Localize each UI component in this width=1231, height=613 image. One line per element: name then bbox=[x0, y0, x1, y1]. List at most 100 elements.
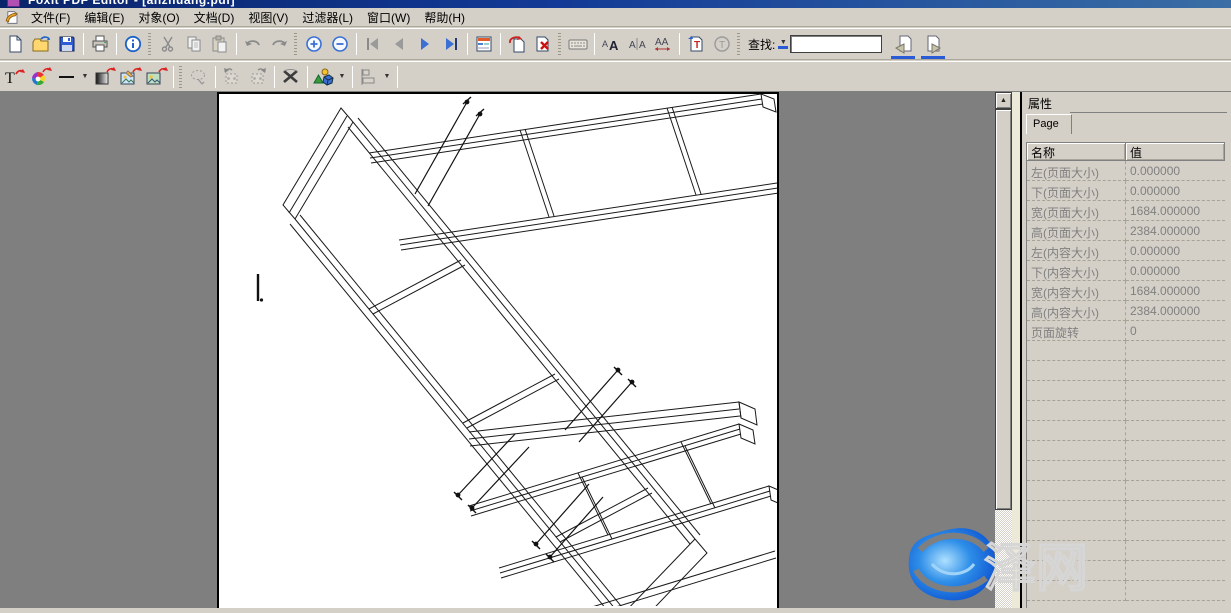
property-value[interactable]: 2384.000000 bbox=[1126, 301, 1225, 321]
property-value[interactable]: 0.000000 bbox=[1126, 181, 1225, 201]
property-row[interactable]: 下(内容大小)0.000000 bbox=[1027, 261, 1225, 281]
scroll-up-button[interactable]: ▲ bbox=[995, 92, 1012, 109]
document-canvas[interactable] bbox=[0, 92, 995, 608]
svg-text:A: A bbox=[609, 38, 619, 53]
property-name bbox=[1027, 441, 1126, 461]
property-value[interactable]: 1684.000000 bbox=[1126, 201, 1225, 221]
property-row[interactable]: 左(页面大小)0.000000 bbox=[1027, 161, 1225, 181]
last-page-button[interactable] bbox=[438, 31, 464, 57]
property-row[interactable]: 左(内容大小)0.000000 bbox=[1027, 241, 1225, 261]
property-value[interactable]: 1684.000000 bbox=[1126, 281, 1225, 301]
column-header-name[interactable]: 名称 bbox=[1027, 143, 1126, 161]
menu-item-object[interactable]: 对象(O) bbox=[131, 7, 186, 28]
align-caret[interactable]: ▼ bbox=[382, 73, 392, 80]
text-circle-button[interactable]: T bbox=[709, 31, 735, 57]
cut-button[interactable] bbox=[155, 31, 181, 57]
shapes-caret[interactable]: ▼ bbox=[337, 73, 347, 80]
line-tool-caret[interactable]: ▼ bbox=[80, 73, 90, 80]
scrollbar-thumb[interactable] bbox=[995, 109, 1012, 510]
new-document-button[interactable] bbox=[2, 31, 28, 57]
property-value[interactable]: 0.000000 bbox=[1126, 161, 1225, 181]
property-row[interactable]: 下(页面大小)0.000000 bbox=[1027, 181, 1225, 201]
tab-page[interactable]: Page bbox=[1026, 114, 1072, 134]
find-dropdown-caret[interactable]: ▼ bbox=[778, 39, 788, 49]
paste-button[interactable] bbox=[207, 31, 233, 57]
property-name bbox=[1027, 581, 1126, 601]
add-text-button[interactable]: T bbox=[683, 31, 709, 57]
property-value[interactable]: 0.000000 bbox=[1126, 241, 1225, 261]
insert-page-button[interactable] bbox=[504, 31, 530, 57]
property-value[interactable]: 2384.000000 bbox=[1126, 221, 1225, 241]
panel-divider[interactable] bbox=[1012, 92, 1022, 608]
property-value bbox=[1126, 461, 1225, 481]
font-button[interactable]: AA bbox=[598, 31, 624, 57]
toolbar-grip[interactable] bbox=[558, 33, 561, 55]
shapes-button[interactable] bbox=[311, 64, 337, 90]
fill-tool-button[interactable] bbox=[92, 64, 118, 90]
keyboard-button[interactable] bbox=[565, 31, 591, 57]
menu-item-edit[interactable]: 编辑(E) bbox=[77, 7, 131, 28]
property-name bbox=[1027, 461, 1126, 481]
menu-item-filter[interactable]: 过滤器(L) bbox=[295, 7, 360, 28]
previous-page-button[interactable] bbox=[386, 31, 412, 57]
property-name bbox=[1027, 561, 1126, 581]
property-value[interactable]: 0 bbox=[1126, 321, 1225, 341]
menu-item-window[interactable]: 窗口(W) bbox=[360, 7, 417, 28]
redo-button[interactable] bbox=[266, 31, 292, 57]
next-page-button[interactable] bbox=[412, 31, 438, 57]
find-input[interactable] bbox=[790, 35, 882, 53]
print-button[interactable] bbox=[87, 31, 113, 57]
toolbar-grip[interactable] bbox=[179, 66, 182, 88]
text-tool-button[interactable]: T bbox=[2, 64, 28, 90]
font-spacing-button[interactable]: AA bbox=[650, 31, 676, 57]
property-row[interactable]: 高(内容大小)2384.000000 bbox=[1027, 301, 1225, 321]
rotate-left-object-button[interactable] bbox=[219, 64, 245, 90]
property-name: 左(页面大小) bbox=[1027, 161, 1126, 181]
property-row[interactable]: 高(页面大小)2384.000000 bbox=[1027, 221, 1225, 241]
column-header-value[interactable]: 值 bbox=[1126, 143, 1225, 161]
pdf-page[interactable] bbox=[217, 92, 779, 608]
property-name bbox=[1027, 521, 1126, 541]
property-name: 左(内容大小) bbox=[1027, 241, 1126, 261]
toolbar-grip[interactable] bbox=[294, 33, 297, 55]
menu-item-view[interactable]: 视图(V) bbox=[241, 7, 295, 28]
color-wheel-button[interactable] bbox=[28, 64, 54, 90]
property-row[interactable]: 页面旋转0 bbox=[1027, 321, 1225, 341]
property-value bbox=[1126, 401, 1225, 421]
property-row[interactable]: 宽(内容大小)1684.000000 bbox=[1027, 281, 1225, 301]
property-row-empty bbox=[1027, 361, 1225, 381]
property-row[interactable]: 宽(页面大小)1684.000000 bbox=[1027, 201, 1225, 221]
find-previous-button[interactable] bbox=[890, 31, 916, 57]
toolbar-grip[interactable] bbox=[148, 33, 151, 55]
property-name: 宽(页面大小) bbox=[1027, 201, 1126, 221]
menu-item-doc[interactable]: 文档(D) bbox=[187, 7, 242, 28]
vertical-scrollbar[interactable]: ▲ bbox=[995, 92, 1012, 608]
rotate-right-object-button[interactable] bbox=[245, 64, 271, 90]
align-button[interactable] bbox=[356, 64, 382, 90]
document-info-button[interactable] bbox=[120, 31, 146, 57]
toolbar-grip[interactable] bbox=[737, 33, 740, 55]
lasso-tool-button[interactable] bbox=[186, 64, 212, 90]
toolbar-separator bbox=[397, 66, 398, 88]
property-value[interactable]: 0.000000 bbox=[1126, 261, 1225, 281]
page-layout-button[interactable] bbox=[471, 31, 497, 57]
open-file-button[interactable] bbox=[28, 31, 54, 57]
first-page-button[interactable] bbox=[360, 31, 386, 57]
line-tool-button[interactable] bbox=[54, 64, 80, 90]
zoom-out-button[interactable] bbox=[327, 31, 353, 57]
zoom-in-button[interactable] bbox=[301, 31, 327, 57]
font-pair-button[interactable]: AA bbox=[624, 31, 650, 57]
find-next-button[interactable] bbox=[920, 31, 946, 57]
undo-button[interactable] bbox=[240, 31, 266, 57]
save-file-button[interactable] bbox=[54, 31, 80, 57]
property-value bbox=[1126, 561, 1225, 581]
delete-object-button[interactable] bbox=[278, 64, 304, 90]
edit-image-button[interactable] bbox=[118, 64, 144, 90]
delete-page-button[interactable] bbox=[530, 31, 556, 57]
menu-item-help[interactable]: 帮助(H) bbox=[417, 7, 472, 28]
menu-item-file[interactable]: 文件(F) bbox=[24, 7, 77, 28]
property-row-empty bbox=[1027, 341, 1225, 361]
add-image-button[interactable] bbox=[144, 64, 170, 90]
copy-button[interactable] bbox=[181, 31, 207, 57]
property-value bbox=[1126, 361, 1225, 381]
